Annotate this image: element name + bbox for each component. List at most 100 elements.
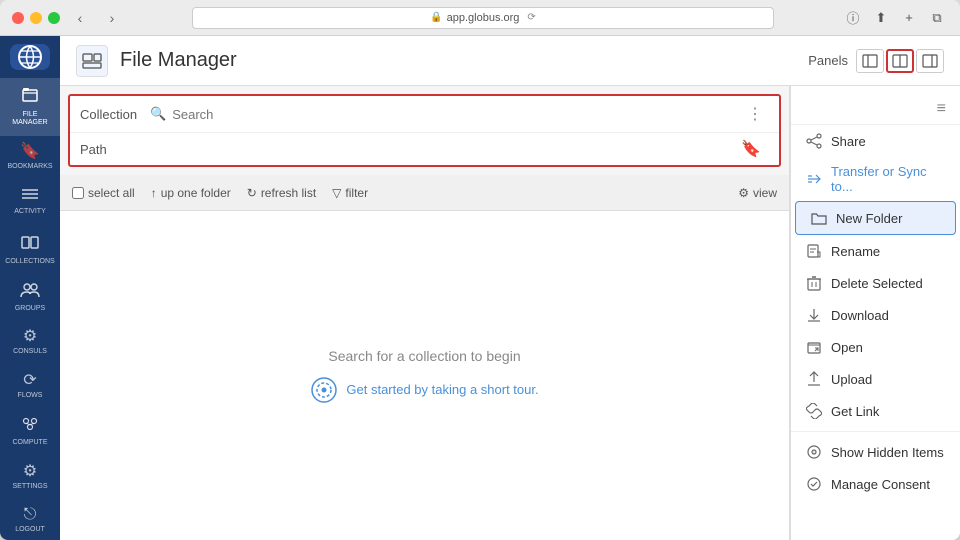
search-icon: 🔍 [150,106,166,122]
sidebar-item-bookmarks[interactable]: 🔖 BOOKMARKS [0,136,60,179]
minimize-button[interactable] [30,12,42,24]
sidebar-item-bookmarks-label: BOOKMARKS [7,163,52,171]
bookmarks-icon: 🔖 [20,144,40,160]
collection-search-input[interactable] [172,107,741,122]
transfer-menu-item[interactable]: Transfer or Sync to... [791,157,960,201]
get-link-menu-icon [805,402,823,420]
share-menu-item[interactable]: Share [791,125,960,157]
add-tab-icon[interactable]: + [898,7,920,29]
new-folder-menu-icon [810,209,828,227]
bookmark-dropdown[interactable]: 🔖 [733,139,769,159]
panel-toggle-icon[interactable]: ≡ [937,100,946,118]
sidebar-item-groups-label: GROUPS [15,305,45,313]
app-logo-header [76,45,108,77]
sidebar-item-activity-label: ACTIVITY [14,208,46,216]
manage-consent-menu-item[interactable]: Manage Consent [791,468,960,500]
right-context-panel: ≡ Share [790,86,960,540]
sidebar-item-compute[interactable]: COMPUTE [0,408,60,455]
sidebar-item-flows[interactable]: ⟳ FLOWS [0,365,60,408]
left-panel: Collection 🔍 ⋮ Path 🔖 [60,86,790,540]
upload-menu-item[interactable]: Upload [791,363,960,395]
right-panel-button[interactable] [916,49,944,73]
new-folder-menu-label: New Folder [836,211,902,226]
toolbar-icons: ⓘ ⬆ + ⧉ [842,7,948,29]
transfer-menu-label: Transfer or Sync to... [831,164,946,194]
share-icon[interactable]: ⬆ [870,7,892,29]
app-window: ‹ › 🔒 app.globus.org ⟳ ⓘ ⬆ + ⧉ [0,0,960,540]
view-button[interactable]: ⚙ view [738,186,777,200]
delete-menu-label: Delete Selected [831,276,923,291]
app-logo[interactable] [10,44,50,70]
filter-label: filter [345,186,368,200]
app-header: File Manager Panels [60,36,960,86]
sidebar-item-groups[interactable]: GROUPS [0,274,60,321]
file-manager-icon [21,86,39,108]
select-all-button[interactable]: select all [72,186,135,200]
activity-icon [21,187,39,205]
open-menu-icon [805,338,823,356]
bookmark-icon: 🔖 [741,139,761,159]
sidebar-item-collections[interactable]: COLLECTIONS [0,225,60,274]
filter-icon: ▽ [332,186,341,200]
transfer-menu-icon [805,170,823,188]
refresh-button[interactable]: ↻ refresh list [247,186,316,200]
sidebar: FILE MANAGER 🔖 BOOKMARKS ACTIVITY [0,36,60,540]
tour-link[interactable]: Get started by taking a short tour. [310,376,538,404]
forward-button[interactable]: › [100,6,124,30]
titlebar: ‹ › 🔒 app.globus.org ⟳ ⓘ ⬆ + ⧉ [0,0,960,36]
sidebar-item-logout-label: LOGOUT [15,526,45,534]
show-hidden-menu-item[interactable]: Show Hidden Items [791,436,960,468]
sidebar-item-logout[interactable]: ⎋ LOGOUT [0,499,60,540]
collection-row: Collection 🔍 ⋮ [70,96,779,133]
sidebar-item-consuls[interactable]: ⚙ CONSULS [0,321,60,364]
maximize-button[interactable] [48,12,60,24]
view-settings-icon: ⚙ [738,186,749,200]
show-hidden-menu-icon [805,443,823,461]
logout-icon: ⎋ [24,507,37,523]
sidebar-item-file-manager-label: FILE MANAGER [4,111,56,128]
split-panel-button[interactable] [886,49,914,73]
close-button[interactable] [12,12,24,24]
sidebar-item-consuls-label: CONSULS [13,348,47,356]
share-menu-label: Share [831,134,866,149]
collection-search: 🔍 [150,106,741,122]
new-folder-menu-item[interactable]: New Folder [795,201,956,235]
rename-menu-icon [805,242,823,260]
rename-menu-item[interactable]: Rename [791,235,960,267]
consuls-icon: ⚙ [23,329,37,345]
address-bar[interactable]: 🔒 app.globus.org ⟳ [192,7,774,29]
refresh-icon: ↻ [247,186,257,200]
sidebar-item-file-manager[interactable]: FILE MANAGER [0,78,60,136]
empty-state-title: Search for a collection to begin [328,348,520,364]
delete-menu-item[interactable]: Delete Selected [791,267,960,299]
up-folder-button[interactable]: ↑ up one folder [151,186,231,200]
left-panel-button[interactable] [856,49,884,73]
filter-button[interactable]: ▽ filter [332,186,368,200]
up-folder-icon: ↑ [151,186,157,200]
collection-label: Collection [80,107,150,122]
panel-buttons [856,49,944,73]
get-link-menu-label: Get Link [831,404,879,419]
select-all-label: select all [88,186,135,200]
select-all-checkbox[interactable] [72,187,84,199]
sidebar-item-activity[interactable]: ACTIVITY [0,179,60,224]
window-icon[interactable]: ⧉ [926,7,948,29]
sidebar-item-settings-label: SETTINGS [12,483,47,491]
path-label: Path [80,142,150,157]
get-link-menu-item[interactable]: Get Link [791,395,960,427]
download-menu-label: Download [831,308,889,323]
back-button[interactable]: ‹ [68,6,92,30]
open-menu-item[interactable]: Open [791,331,960,363]
rename-menu-label: Rename [831,244,880,259]
traffic-lights [12,12,60,24]
sidebar-item-collections-label: COLLECTIONS [5,258,54,266]
download-menu-item[interactable]: Download [791,299,960,331]
manage-consent-menu-icon [805,475,823,493]
more-options-button[interactable]: ⋮ [741,102,769,126]
info-icon[interactable]: ⓘ [842,7,864,29]
groups-icon [20,282,40,302]
show-hidden-menu-label: Show Hidden Items [831,445,944,460]
path-input[interactable] [150,142,733,157]
sidebar-item-settings[interactable]: ⚙ SETTINGS [0,456,60,499]
compute-icon [21,416,39,436]
